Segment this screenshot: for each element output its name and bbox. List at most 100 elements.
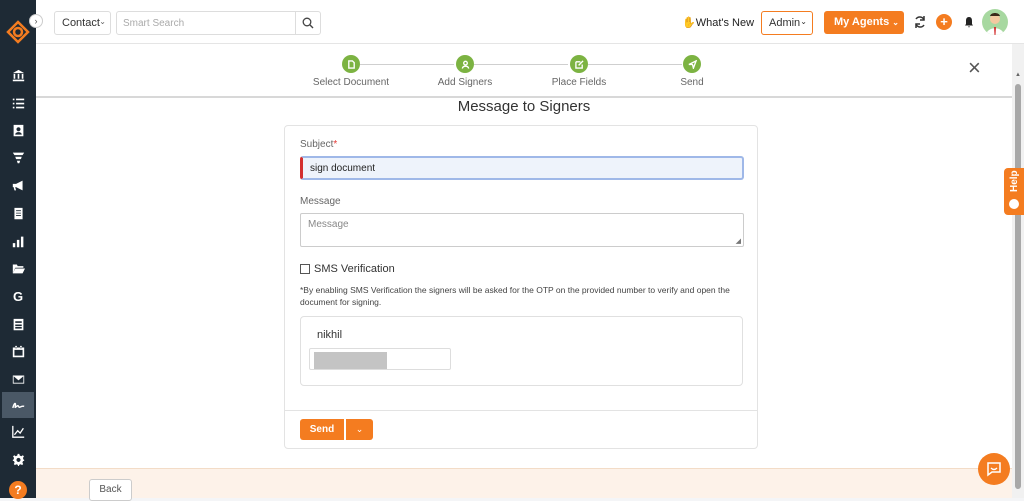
admin-dropdown[interactable]: Admin ⌄ bbox=[761, 11, 813, 35]
document-icon bbox=[13, 207, 23, 219]
funnel-icon bbox=[12, 152, 24, 163]
user-icon bbox=[456, 55, 474, 73]
redacted-phone-value bbox=[314, 352, 387, 369]
search-button[interactable] bbox=[295, 11, 321, 35]
sidebar-item-documents[interactable] bbox=[0, 200, 36, 226]
hand-icon: ✋ bbox=[682, 17, 696, 29]
sidebar-item-list[interactable] bbox=[0, 90, 36, 116]
trend-chart-icon bbox=[11, 425, 24, 438]
footer-bar: Back bbox=[36, 468, 1012, 501]
contact-dropdown[interactable]: Contact ⌄ bbox=[54, 11, 111, 35]
whats-new-link[interactable]: ✋What's New bbox=[682, 16, 754, 29]
top-bar: Contact ⌄ Smart Search ✋What's New Admin… bbox=[36, 0, 1024, 44]
sidebar-item-calendar[interactable] bbox=[0, 338, 36, 364]
google-icon: G bbox=[12, 288, 24, 304]
contact-dropdown-label: Contact bbox=[62, 17, 100, 29]
scrollbar-thumb[interactable] bbox=[1015, 84, 1021, 489]
signature-icon bbox=[11, 402, 24, 408]
contact-card-icon bbox=[13, 124, 23, 136]
sidebar-item-settings[interactable] bbox=[0, 446, 36, 472]
sms-verification-checkbox[interactable] bbox=[300, 264, 310, 274]
sidebar-expand-icon[interactable]: › bbox=[29, 14, 43, 28]
resize-handle-icon[interactable]: ◢ bbox=[736, 237, 741, 245]
edit-icon bbox=[570, 55, 588, 73]
step-send[interactable]: Send bbox=[642, 55, 742, 88]
chat-button[interactable] bbox=[978, 453, 1010, 485]
my-agents-button[interactable]: My Agents ⌄ bbox=[824, 11, 904, 34]
step-add-signers[interactable]: Add Signers bbox=[415, 55, 515, 88]
sms-verification-row[interactable]: SMS Verification bbox=[300, 263, 395, 275]
divider bbox=[285, 410, 757, 411]
sms-note-text: *By enabling SMS Verification the signer… bbox=[300, 285, 730, 307]
close-icon[interactable]: × bbox=[968, 57, 981, 79]
page-title: Message to Signers bbox=[457, 98, 591, 115]
sidebar-item-email[interactable] bbox=[0, 366, 36, 392]
envelope-icon bbox=[12, 374, 24, 384]
sidebar-item-signature[interactable] bbox=[2, 392, 34, 418]
whats-new-label: What's New bbox=[695, 17, 755, 29]
message-placeholder: Message bbox=[308, 219, 349, 230]
megaphone-icon bbox=[12, 180, 23, 190]
message-form-card: Subject* sign document Message Message ◢… bbox=[284, 125, 758, 449]
chevron-down-icon: ⌄ bbox=[355, 424, 364, 434]
search-icon bbox=[302, 17, 314, 29]
help-question-icon[interactable]: ? bbox=[9, 481, 27, 499]
step-place-fields[interactable]: Place Fields bbox=[529, 55, 629, 88]
step-label: Add Signers bbox=[437, 77, 493, 88]
help-tab[interactable]: Help bbox=[1004, 168, 1024, 215]
sidebar-item-campaigns[interactable] bbox=[0, 172, 36, 198]
signer-phone-input[interactable] bbox=[309, 348, 451, 370]
step-label: Send bbox=[680, 77, 704, 88]
scroll-up-arrow-icon[interactable]: ▲ bbox=[1015, 72, 1021, 78]
folder-open-icon bbox=[12, 263, 25, 273]
step-select-document[interactable]: Select Document bbox=[301, 55, 401, 88]
bell-icon[interactable] bbox=[962, 15, 976, 29]
sidebar-item-sheets[interactable] bbox=[0, 311, 36, 337]
step-label: Place Fields bbox=[551, 77, 607, 88]
gear-icon bbox=[12, 453, 24, 466]
sms-verification-note: *By enabling SMS Verification the signer… bbox=[300, 284, 745, 308]
list-icon bbox=[12, 98, 24, 108]
sidebar: › G ? bbox=[0, 0, 43, 499]
chevron-down-icon: ⌄ bbox=[892, 18, 899, 27]
sms-verification-label: SMS Verification bbox=[314, 263, 395, 275]
refresh-icon[interactable] bbox=[913, 15, 927, 29]
step-progress-bar: Select Document Add Signers Place Fields… bbox=[36, 44, 1012, 98]
calendar-icon bbox=[12, 345, 24, 357]
subject-label: Subject* bbox=[300, 139, 337, 150]
send-button[interactable]: Send bbox=[300, 419, 344, 440]
my-agents-label: My Agents bbox=[834, 16, 890, 28]
step-label: Select Document bbox=[312, 77, 390, 88]
main-content: Message to Signers Subject* sign documen… bbox=[36, 98, 1012, 498]
help-tab-label: Help bbox=[1009, 170, 1020, 192]
message-label: Message bbox=[300, 196, 341, 207]
user-avatar-icon bbox=[986, 13, 1004, 35]
send-options-dropdown[interactable]: ⌄ bbox=[345, 419, 373, 440]
scrollbar[interactable]: ▲ bbox=[1012, 44, 1024, 498]
sidebar-item-analytics[interactable] bbox=[0, 418, 36, 444]
signer-box: nikhil bbox=[300, 316, 743, 386]
message-textarea[interactable]: Message ◢ bbox=[300, 213, 744, 247]
chevron-down-icon: ⌄ bbox=[800, 17, 807, 26]
bar-chart-icon bbox=[12, 236, 23, 247]
sidebar-item-bank[interactable] bbox=[0, 62, 36, 88]
sidebar-item-reports[interactable] bbox=[0, 228, 36, 254]
avatar[interactable] bbox=[982, 9, 1008, 35]
bank-icon bbox=[12, 69, 24, 81]
send-icon bbox=[683, 55, 701, 73]
add-circle-icon[interactable]: + bbox=[936, 14, 952, 30]
chat-icon bbox=[987, 462, 1001, 477]
document-icon bbox=[342, 55, 360, 73]
subject-label-text: Subject bbox=[300, 139, 334, 150]
spreadsheet-icon bbox=[13, 318, 23, 330]
signer-name: nikhil bbox=[317, 329, 343, 341]
smart-search-input[interactable]: Smart Search bbox=[116, 11, 296, 35]
admin-dropdown-label: Admin bbox=[769, 17, 801, 29]
app-logo-icon[interactable] bbox=[6, 20, 30, 44]
minus-circle-icon bbox=[1009, 199, 1019, 209]
sidebar-item-google[interactable]: G bbox=[0, 283, 36, 309]
sidebar-item-funnel[interactable] bbox=[0, 144, 36, 170]
sidebar-item-folders[interactable] bbox=[0, 255, 36, 281]
subject-input[interactable]: sign document bbox=[300, 156, 744, 180]
sidebar-item-contacts[interactable] bbox=[0, 117, 36, 143]
